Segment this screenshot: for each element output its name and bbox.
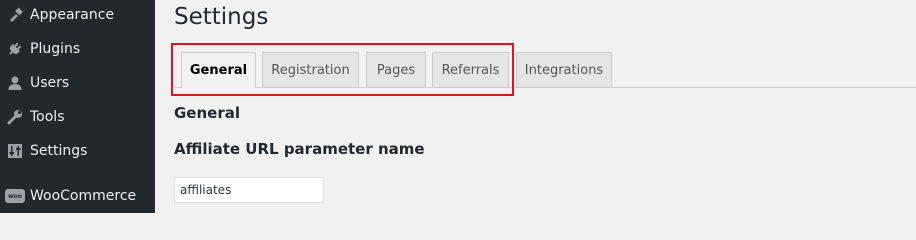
- tab-registration[interactable]: Registration: [262, 52, 359, 87]
- admin-sidebar: Appearance Plugins Users Tools Settings …: [0, 0, 155, 213]
- affiliate-url-parameter-label: Affiliate URL parameter name: [174, 140, 425, 158]
- page-title: Settings: [174, 4, 269, 30]
- tabs-divider: [174, 87, 916, 88]
- sidebar-item-users[interactable]: Users: [0, 66, 155, 100]
- woocommerce-icon-wrap: woo: [0, 189, 30, 203]
- tab-referrals[interactable]: Referrals: [432, 52, 509, 87]
- sidebar-item-label: Users: [30, 75, 70, 91]
- sidebar-item-settings[interactable]: Settings: [0, 134, 155, 168]
- sidebar-item-plugins[interactable]: Plugins: [0, 32, 155, 66]
- plug-icon: [0, 41, 30, 57]
- section-heading: General: [174, 104, 240, 122]
- tab-integrations[interactable]: Integrations: [516, 52, 612, 87]
- sidebar-item-label: Tools: [30, 109, 65, 125]
- sidebar-item-woocommerce[interactable]: woo WooCommerce: [0, 179, 155, 213]
- paintbrush-icon: [0, 7, 30, 23]
- sidebar-item-appearance[interactable]: Appearance: [0, 0, 155, 32]
- sidebar-item-label: Settings: [30, 143, 88, 159]
- user-icon: [0, 75, 30, 91]
- woocommerce-icon: woo: [5, 189, 25, 203]
- wrench-icon: [0, 109, 30, 125]
- sidebar-item-label: Appearance: [30, 7, 115, 23]
- sidebar-item-tools[interactable]: Tools: [0, 100, 155, 134]
- sidebar-item-label: Plugins: [30, 41, 81, 57]
- tab-pages[interactable]: Pages: [366, 52, 426, 87]
- tab-general[interactable]: General: [181, 52, 256, 88]
- affiliate-url-parameter-input[interactable]: [174, 177, 324, 203]
- sidebar-item-label: WooCommerce: [30, 188, 137, 204]
- sliders-icon: [0, 143, 30, 159]
